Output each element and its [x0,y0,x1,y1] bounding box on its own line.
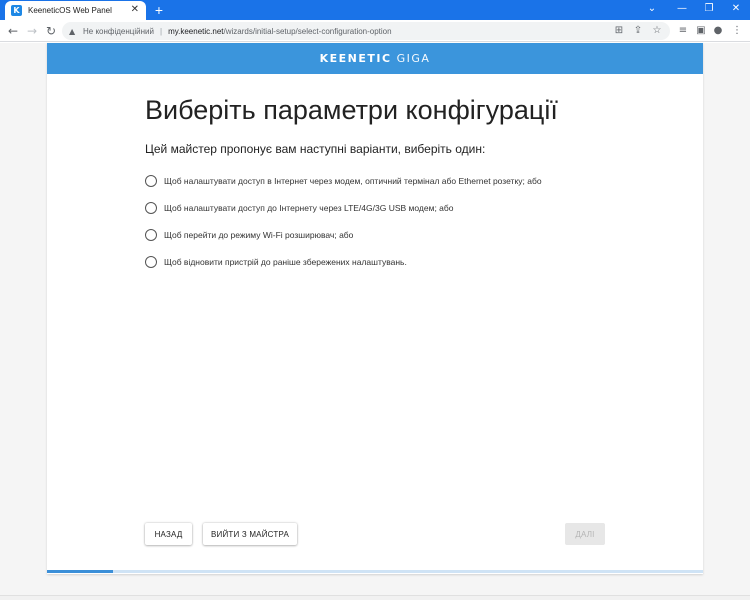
keenetic-logo: KEENETIC GIGA [320,52,431,65]
page-subtitle: Цей майстер пропонує вам наступні варіан… [145,142,486,156]
radio-button[interactable] [145,256,157,268]
reading-list-icon[interactable]: ≡ [676,23,690,39]
panel-header: KEENETIC GIGA [47,43,703,74]
config-option-restore[interactable]: Щоб відновити пристрій до раніше збереже… [145,256,407,268]
option-label[interactable]: Щоб відновити пристрій до раніше збереже… [164,257,407,267]
browser-titlebar: K KeeneticOS Web Panel ✕ + ⌄ — ❐ ✕ [0,0,750,20]
next-button[interactable]: ДАЛІ [565,523,605,545]
config-option-usb-modem[interactable]: Щоб налаштувати доступ до Інтернету чере… [145,202,454,214]
wizard-panel: KEENETIC GIGA Виберіть параметри конфігу… [47,43,703,574]
new-tab-button[interactable]: + [152,1,166,19]
radio-button[interactable] [145,175,157,187]
option-label[interactable]: Щоб налаштувати доступ в Інтернет через … [164,176,542,186]
share-icon[interactable]: ⇪ [631,23,645,39]
translate-icon[interactable]: ⊞ [612,23,626,39]
warning-icon[interactable]: ▲ [69,27,78,36]
menu-icon[interactable]: ⋮ [730,23,744,39]
profile-icon[interactable]: ● [711,23,725,39]
url-host: my.keenetic.net [168,26,224,36]
close-window-button[interactable]: ✕ [722,0,750,20]
option-label[interactable]: Щоб перейти до режиму Wi-Fi розширювач; … [164,230,353,240]
address-bar[interactable]: ▲ Не конфіденційний | my.keenetic.net /w… [62,22,670,40]
minimize-button[interactable]: — [668,0,696,20]
forward-arrow-icon[interactable]: → [24,22,40,40]
address-separator: | [159,26,163,36]
restore-button[interactable]: ❐ [695,0,723,20]
page-title: Виберіть параметри конфігурації [145,95,558,125]
page-viewport: KEENETIC GIGA Виберіть параметри конфігу… [0,43,750,600]
radio-button[interactable] [145,202,157,214]
config-option-modem[interactable]: Щоб налаштувати доступ в Інтернет через … [145,175,542,187]
tab-search-icon[interactable]: ⌄ [638,0,666,20]
progress-fill [47,570,113,573]
security-label[interactable]: Не конфіденційний [83,27,154,36]
back-button[interactable]: НАЗАД [145,523,192,545]
browser-toolbar: ← → ↻ ▲ Не конфіденційний | my.keenetic.… [0,20,750,42]
option-label[interactable]: Щоб налаштувати доступ до Інтернету чере… [164,203,454,213]
bottom-strip [0,595,750,600]
radio-button[interactable] [145,229,157,241]
side-panel-icon[interactable]: ▣ [694,23,708,39]
url-path: /wizards/initial-setup/select-configurat… [223,26,392,36]
browser-tab[interactable]: K KeeneticOS Web Panel ✕ [5,1,146,20]
back-arrow-icon[interactable]: ← [5,22,21,40]
logo-model: GIGA [396,52,431,65]
tab-close-icon[interactable]: ✕ [131,4,139,16]
logo-brand: KEENETIC [319,52,392,65]
keenetic-favicon-icon: K [11,5,22,16]
config-option-wifi-extender[interactable]: Щоб перейти до режиму Wi-Fi розширювач; … [145,229,353,241]
exit-wizard-button[interactable]: ВИЙТИ З МАЙСТРА [203,523,297,545]
bookmark-star-icon[interactable]: ☆ [650,23,664,39]
reload-icon[interactable]: ↻ [43,22,59,40]
wizard-progress-bar [47,570,703,573]
tab-title: KeeneticOS Web Panel [28,6,112,15]
